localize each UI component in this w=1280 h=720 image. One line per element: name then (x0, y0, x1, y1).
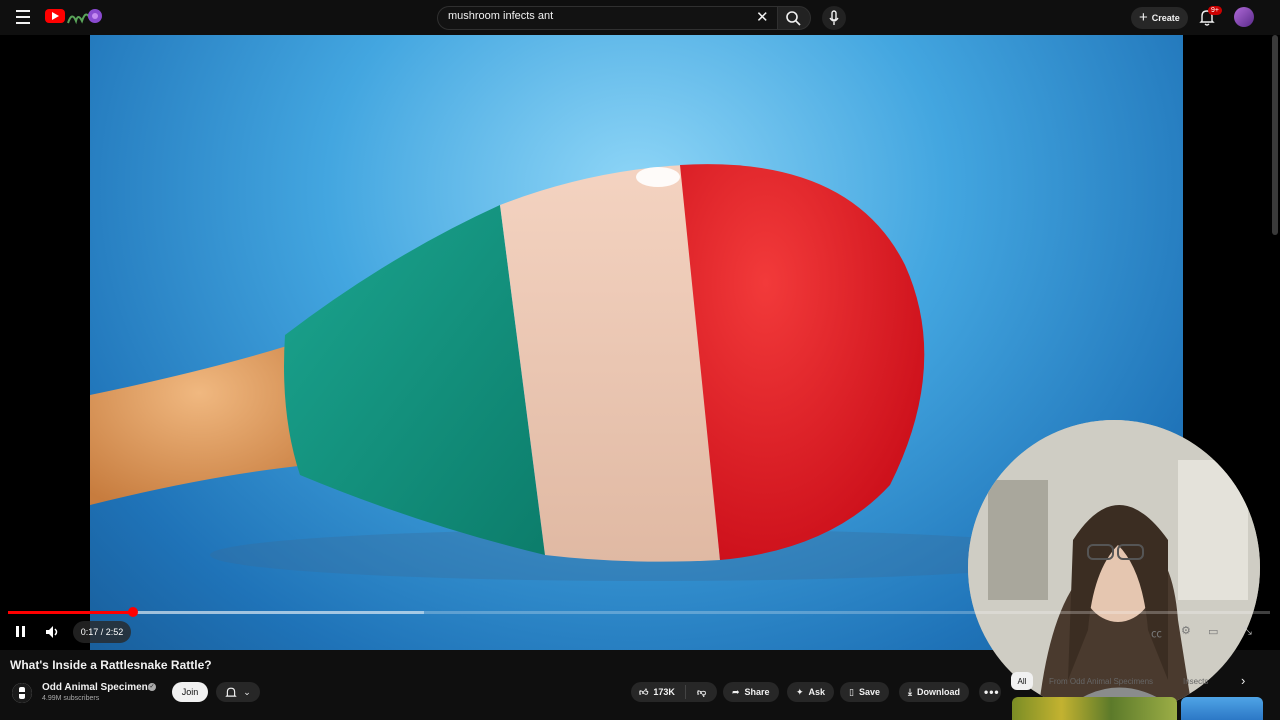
video-title: What's Inside a Rattlesnake Rattle? (10, 658, 212, 672)
streamer-webcam-image (968, 420, 1260, 715)
ask-label: Ask (808, 687, 826, 697)
channel-name[interactable]: Odd Animal Specimens (42, 682, 153, 693)
save-label: Save (858, 687, 880, 697)
account-avatar[interactable] (1234, 7, 1254, 27)
plus-icon: + (1139, 9, 1148, 26)
share-label: Share (744, 687, 770, 697)
dislike-button[interactable]: 👎︎ (691, 687, 706, 698)
clear-search-icon[interactable]: ✕ (756, 10, 769, 25)
chip-all[interactable]: All (1011, 672, 1033, 690)
top-bar: ✕ + Create 9+ (0, 0, 1280, 35)
menu-icon[interactable] (12, 7, 34, 27)
recommended-thumbnail[interactable] (1012, 697, 1177, 720)
create-button[interactable]: + Create (1131, 7, 1188, 29)
notification-badge: 9+ (1208, 6, 1222, 15)
time-display: 0:17 / 2:52 (73, 621, 131, 643)
progress-played (8, 611, 133, 614)
pause-icon[interactable] (14, 625, 28, 639)
search-input[interactable] (448, 10, 738, 22)
chip-from-channel[interactable]: From Odd Animal Specimens (1049, 672, 1153, 690)
join-button[interactable]: Join (172, 682, 208, 702)
more-dots-icon: ••• (984, 685, 1000, 699)
subscribe-bell-button[interactable]: ⌄ (216, 682, 260, 702)
create-label: Create (1151, 13, 1180, 23)
thumbs-up-icon: 👍︎ (639, 686, 649, 697)
chip-insects[interactable]: Insects (1183, 672, 1208, 690)
doodle-icon[interactable] (66, 7, 104, 27)
like-button[interactable]: 👍︎ 173K (631, 685, 686, 699)
chevron-down-icon: ⌄ (243, 686, 251, 697)
scrubber-handle[interactable] (127, 607, 138, 617)
like-count: 173K (653, 687, 675, 697)
download-label: Download (916, 687, 960, 697)
page-scrollbar[interactable] (1272, 35, 1278, 235)
channel-logo-icon (12, 683, 32, 703)
search-icon (786, 11, 801, 26)
search-button[interactable] (777, 6, 811, 30)
captions-icon[interactable]: ㏄ (1151, 625, 1162, 641)
share-button[interactable]: ➦ Share (723, 682, 779, 702)
thumbs-down-icon: 👎︎ (697, 686, 707, 697)
like-dislike-group: 👍︎ 173K 👎︎ (631, 682, 717, 702)
youtube-logo[interactable] (45, 9, 65, 23)
share-arrow-icon: ➦ (732, 686, 740, 697)
download-button[interactable]: ⤓ Download (899, 682, 969, 702)
subscriber-count: 4.99M subscribers (42, 695, 100, 702)
recommended-thumbnail[interactable] (1181, 697, 1263, 720)
download-icon: ⤓ (908, 686, 912, 697)
bookmark-icon: ▯ (849, 686, 854, 697)
webcam-overlay (968, 420, 1260, 715)
volume-icon[interactable] (44, 624, 62, 640)
save-button[interactable]: ▯ Save (840, 682, 889, 702)
fullscreen-icon[interactable]: ⤡ (1243, 625, 1252, 638)
ask-button[interactable]: ✦ Ask (787, 682, 835, 702)
search-box: ✕ (437, 6, 778, 30)
more-actions-button[interactable]: ••• (979, 682, 1001, 702)
verified-check-icon: ✓ (148, 683, 156, 691)
voice-search-button[interactable] (822, 6, 846, 30)
theater-mode-icon[interactable]: ▭ (1208, 625, 1218, 638)
microphone-icon (829, 10, 839, 25)
settings-gear-icon[interactable]: ⚙ (1181, 624, 1191, 637)
bell-icon (225, 687, 237, 697)
channel-avatar[interactable] (12, 683, 32, 703)
chevron-right-icon[interactable]: › (1241, 673, 1245, 688)
sparkle-icon: ✦ (796, 686, 804, 697)
video-player[interactable]: 0:17 / 2:52 ㏄ ⚙ ▭ ⤡ (0, 35, 1280, 715)
